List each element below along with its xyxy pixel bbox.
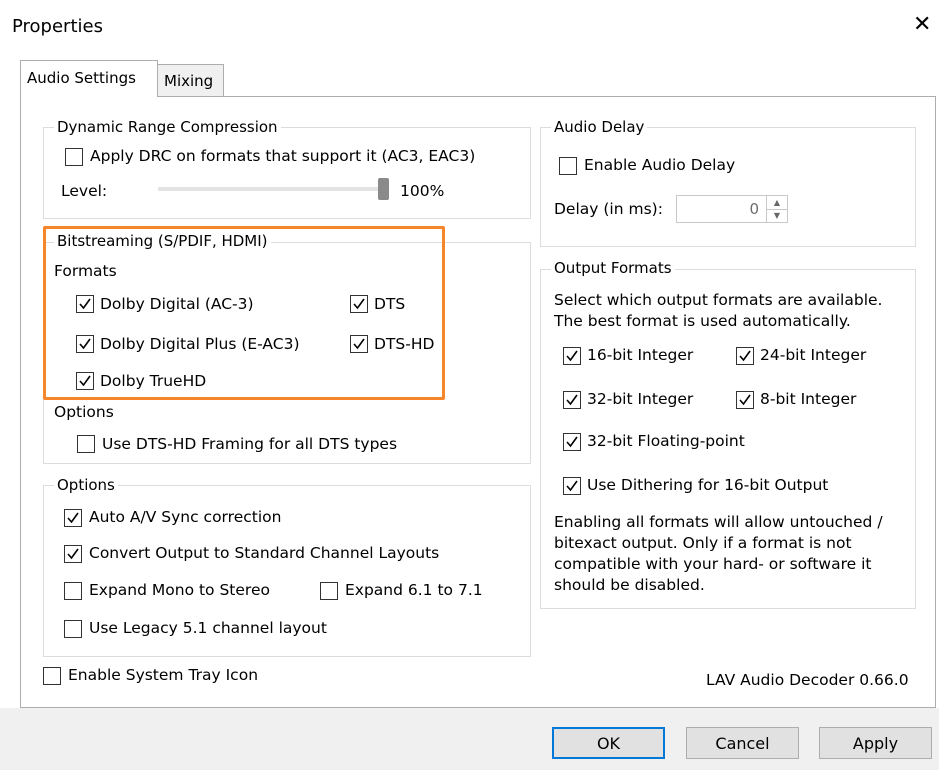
int16-checkbox[interactable] [563, 347, 581, 365]
audio-delay-group-label: Audio Delay [551, 118, 648, 136]
bitstreaming-options-label: Options [54, 403, 114, 421]
audio-delay-group [540, 127, 916, 247]
apply-button[interactable]: Apply [819, 727, 932, 759]
delay-spin-buttons: ▲ ▼ [766, 196, 787, 222]
drc-apply-label: Apply DRC on formats that support it (AC… [90, 147, 476, 165]
expand-mono-checkbox[interactable] [64, 582, 82, 600]
expand-61-label: Expand 6.1 to 7.1 [345, 581, 483, 599]
delay-label: Delay (in ms): [554, 200, 663, 218]
av-sync-checkbox[interactable] [64, 509, 82, 527]
output-formats-group-label: Output Formats [551, 259, 675, 277]
system-tray-checkbox[interactable] [43, 667, 61, 685]
checkmark-icon [739, 394, 751, 406]
dithering-checkbox[interactable] [563, 477, 581, 495]
bitstreaming-formats-highlight [43, 226, 445, 400]
checkmark-icon [67, 512, 79, 524]
checkmark-icon [739, 350, 751, 362]
drc-level-label: Level: [61, 182, 108, 200]
dtshd-framing-checkbox[interactable] [77, 435, 95, 453]
output-formats-description-2: The best format is used automatically. [554, 312, 851, 330]
tab-mixing[interactable]: Mixing [158, 64, 224, 96]
enable-audio-delay-checkbox[interactable] [559, 157, 577, 175]
int24-checkbox[interactable] [736, 347, 754, 365]
ok-button[interactable]: OK [552, 727, 665, 759]
float32-label: 32-bit Floating-point [587, 432, 745, 450]
checkmark-icon [566, 394, 578, 406]
delay-spinbox[interactable]: 0 ▲ ▼ [676, 195, 788, 223]
tab-audio-settings[interactable]: Audio Settings [20, 60, 158, 97]
convert-layouts-label: Convert Output to Standard Channel Layou… [89, 544, 440, 562]
drc-level-value: 100% [400, 182, 445, 200]
int32-label: 32-bit Integer [587, 390, 694, 408]
expand-61-checkbox[interactable] [320, 582, 338, 600]
output-note-line-4: should be disabled. [554, 576, 705, 594]
checkmark-icon [566, 350, 578, 362]
int32-checkbox[interactable] [563, 391, 581, 409]
expand-mono-label: Expand Mono to Stereo [89, 581, 270, 599]
int8-checkbox[interactable] [736, 391, 754, 409]
dithering-label: Use Dithering for 16-bit Output [587, 476, 829, 494]
dtshd-framing-label: Use DTS-HD Framing for all DTS types [102, 435, 398, 453]
drc-group-label: Dynamic Range Compression [54, 118, 281, 136]
delay-value: 0 [749, 200, 759, 218]
checkmark-icon [566, 480, 578, 492]
legacy-51-checkbox[interactable] [64, 620, 82, 638]
enable-audio-delay-label: Enable Audio Delay [584, 156, 736, 174]
checkmark-icon [566, 436, 578, 448]
version-text: LAV Audio Decoder 0.66.0 [706, 671, 909, 689]
window-title: Properties [12, 16, 103, 37]
spin-up-icon[interactable]: ▲ [767, 196, 787, 210]
drc-level-slider-track[interactable] [158, 187, 384, 191]
int16-label: 16-bit Integer [587, 346, 694, 364]
system-tray-label: Enable System Tray Icon [68, 666, 259, 684]
drc-apply-checkbox[interactable] [65, 148, 83, 166]
close-icon[interactable]: ✕ [913, 13, 931, 37]
checkmark-icon [67, 548, 79, 560]
legacy-51-label: Use Legacy 5.1 channel layout [89, 619, 327, 637]
options-group-label: Options [54, 476, 118, 494]
drc-group [43, 127, 531, 219]
int8-label: 8-bit Integer [760, 390, 857, 408]
output-formats-description-1: Select which output formats are availabl… [554, 291, 883, 309]
spin-down-icon[interactable]: ▼ [767, 209, 787, 222]
convert-layouts-checkbox[interactable] [64, 545, 82, 563]
float32-checkbox[interactable] [563, 433, 581, 451]
av-sync-label: Auto A/V Sync correction [89, 508, 282, 526]
output-note-line-2: bitexact output. Only if a format is not [554, 534, 852, 552]
output-note-line-3: compatible with your hard- or software i… [554, 555, 872, 573]
output-note-line-1: Enabling all formats will allow untouche… [554, 513, 883, 531]
cancel-button[interactable]: Cancel [686, 727, 799, 759]
drc-level-slider-thumb[interactable] [378, 178, 389, 200]
int24-label: 24-bit Integer [760, 346, 867, 364]
